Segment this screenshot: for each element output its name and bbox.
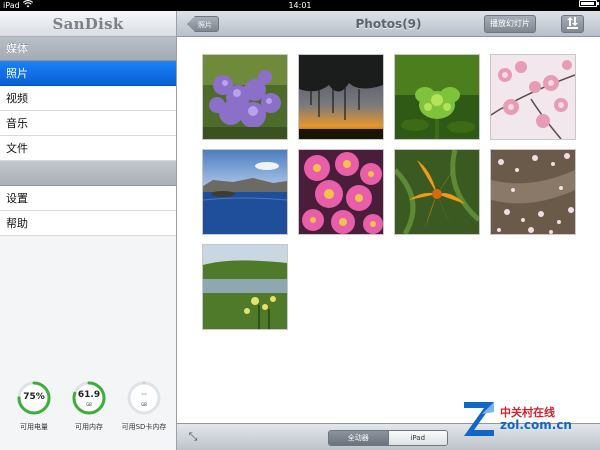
section-header-media: 媒体: [0, 37, 176, 61]
gauge-battery: 75% 可用电量: [6, 380, 62, 432]
orange-lily-photo: [395, 150, 479, 234]
photo-thumb-cherry-blossom[interactable]: [490, 54, 576, 140]
status-right: [579, 0, 599, 7]
green-plant-photo: [395, 55, 479, 139]
page-title: Photos(9): [355, 17, 422, 31]
zol-logo-icon: [464, 402, 494, 436]
lilac-photo: [203, 55, 287, 139]
photo-thumb-pink-daisies[interactable]: [298, 149, 384, 235]
sidebar: SanDisk 媒体 照片 视频 音乐 文件 设置 帮助 75% 可用电量 61…: [0, 11, 177, 450]
sidebar-item-music[interactable]: 音乐: [0, 111, 176, 136]
sidebar-item-settings[interactable]: 设置: [0, 186, 176, 211]
pink-daisies-photo: [299, 150, 383, 234]
petals-path-photo: [491, 150, 575, 234]
top-toolbar: 照片 Photos(9) 播放幻灯片: [177, 11, 600, 37]
gauge-memory: 61.9 GB 可用内存: [61, 380, 117, 432]
sort-button[interactable]: [561, 15, 584, 33]
storage-gauges: 75% 可用电量 61.9 GB 可用内存 -- GB 可用SD卡内存: [0, 380, 177, 442]
battery-value: 75%: [23, 392, 45, 402]
tree-sunset-photo: [299, 55, 383, 139]
sd-unit: GB: [141, 402, 147, 407]
photo-thumb-green-plant[interactable]: [394, 54, 480, 140]
crater-lake-photo: [203, 150, 287, 234]
segment-ipad[interactable]: iPad: [387, 431, 447, 445]
meadow-pond-photo: [203, 245, 287, 329]
source-segmented-control[interactable]: 全动器 iPad: [328, 430, 448, 446]
main-panel: 照片 Photos(9) 播放幻灯片 ⤡ 全动器 iPad 中关村在线 zol.…: [177, 11, 600, 450]
photo-thumb-petals-path[interactable]: [490, 149, 576, 235]
sidebar-item-photos[interactable]: 照片: [0, 61, 176, 86]
battery-label: 可用电量: [20, 423, 48, 431]
photo-thumb-orange-lily[interactable]: [394, 149, 480, 235]
slideshow-button[interactable]: 播放幻灯片: [484, 15, 536, 33]
battery-icon: [579, 0, 599, 7]
sd-gauge-ring: [127, 381, 161, 415]
cherry-blossom-photo: [491, 55, 575, 139]
brand-logo: SanDisk: [0, 11, 176, 37]
memory-value: 61.9: [77, 390, 101, 400]
memory-unit: GB: [86, 402, 92, 407]
sidebar-item-help[interactable]: 帮助: [0, 211, 176, 236]
zol-watermark: 中关村在线 zol.com.cn: [462, 400, 596, 440]
watermark-url-text: zol.com.cn: [500, 418, 572, 432]
photo-thumb-crater-lake[interactable]: [202, 149, 288, 235]
photo-thumb-lilac[interactable]: [202, 54, 288, 140]
sd-label: 可用SD卡内存: [121, 423, 167, 431]
status-bar: iPad 14:01: [0, 0, 600, 11]
expand-button[interactable]: ⤡: [185, 430, 201, 444]
photo-grid: [202, 54, 582, 334]
sd-value: --: [141, 390, 147, 398]
section-divider: [0, 161, 176, 186]
sidebar-item-videos[interactable]: 视频: [0, 86, 176, 111]
segment-drive[interactable]: 全动器: [329, 431, 388, 445]
photo-thumb-tree-sunset[interactable]: [298, 54, 384, 140]
sort-arrows-icon: [567, 17, 578, 29]
sidebar-item-files[interactable]: 文件: [0, 136, 176, 161]
gauge-sd: -- GB 可用SD卡内存: [116, 380, 172, 432]
expand-arrows-icon: ⤡: [188, 430, 198, 443]
memory-label: 可用内存: [75, 423, 103, 431]
status-time: 14:01: [288, 1, 312, 10]
photo-thumb-meadow-pond[interactable]: [202, 244, 288, 330]
